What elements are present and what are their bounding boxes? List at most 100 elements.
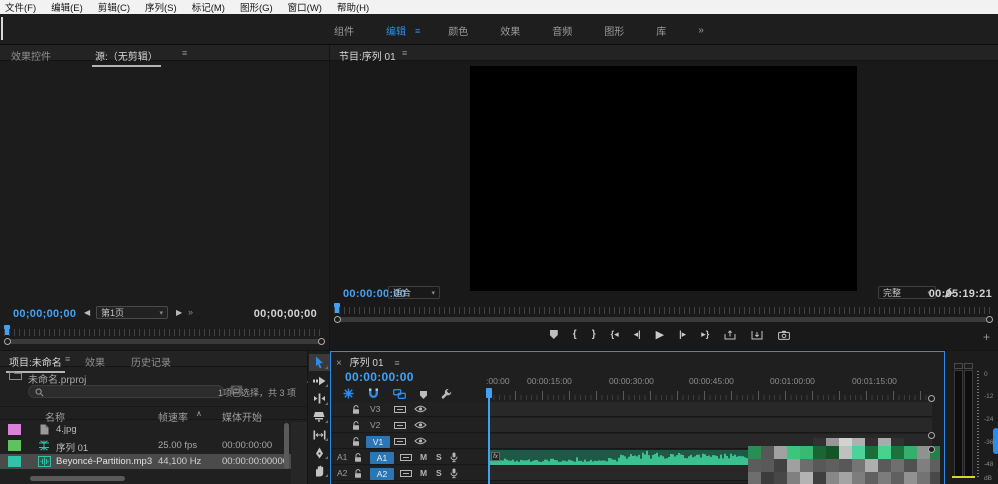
nest-sequence-toggle-icon[interactable] bbox=[343, 388, 354, 402]
page-selector-dropdown[interactable]: 第1页 ▾ bbox=[96, 306, 168, 319]
project-panel-menu-icon[interactable]: ≡ bbox=[65, 354, 70, 364]
timeline-panel-menu-icon[interactable]: ≡ bbox=[394, 358, 399, 368]
sync-lock-icon[interactable] bbox=[394, 405, 406, 417]
sync-lock-icon[interactable] bbox=[394, 421, 406, 433]
mark-out-button[interactable]: } bbox=[592, 329, 596, 340]
project-row-sequence[interactable]: 序列 01 25.00 fps 00:00:00:00 bbox=[0, 438, 291, 453]
project-horizontal-scrollbar[interactable] bbox=[30, 476, 125, 481]
track-lane-v3[interactable] bbox=[488, 402, 932, 417]
workspace-tab-libraries[interactable]: 库 bbox=[652, 21, 670, 40]
add-marker-icon[interactable] bbox=[420, 391, 427, 399]
track-header-a1[interactable]: A1 A1 M S bbox=[332, 450, 488, 465]
bin-name[interactable]: 未命名.prproj bbox=[28, 371, 86, 386]
source-panel-menu-icon[interactable]: ≡ bbox=[182, 48, 187, 58]
tab-project[interactable]: 项目:未命名 bbox=[6, 352, 65, 373]
menu-markers[interactable]: 标记(M) bbox=[192, 0, 225, 14]
workspace-menu-icon[interactable]: ≡ bbox=[415, 26, 420, 36]
ripple-edit-tool[interactable] bbox=[309, 390, 330, 407]
lock-icon[interactable] bbox=[354, 469, 362, 482]
workspace-tab-audio[interactable]: 音频 bbox=[548, 21, 576, 40]
workspace-tab-graphics[interactable]: 图形 bbox=[600, 21, 628, 40]
workspace-overflow-icon[interactable]: » bbox=[694, 23, 708, 38]
export-frame-button[interactable] bbox=[778, 330, 790, 340]
step-back-button[interactable]: ◂| bbox=[634, 329, 641, 340]
track-header-v3[interactable]: V3 bbox=[332, 402, 488, 417]
razor-tool[interactable] bbox=[309, 408, 330, 425]
track-target-a1[interactable]: A1 bbox=[370, 452, 394, 464]
project-row-image[interactable]: 4.jpg bbox=[0, 422, 291, 437]
tab-source-monitor[interactable]: 源:（无剪辑） bbox=[92, 46, 161, 67]
close-icon[interactable]: × bbox=[336, 358, 342, 369]
program-zoom-scrollbar[interactable] bbox=[334, 316, 993, 324]
track-header-v2[interactable]: V2 bbox=[332, 418, 488, 433]
source-ruler[interactable] bbox=[4, 329, 324, 336]
track-select-forward-tool[interactable] bbox=[309, 372, 330, 389]
timeline-timecode[interactable]: 00:00:00:00 bbox=[345, 370, 414, 384]
search-input[interactable] bbox=[28, 385, 224, 398]
track-output-eye-icon[interactable] bbox=[414, 437, 427, 448]
menu-file[interactable]: 文件(F) bbox=[5, 0, 36, 14]
tab-program-monitor[interactable]: 节目:序列 01 bbox=[336, 46, 399, 65]
lock-icon[interactable] bbox=[352, 421, 360, 434]
mark-in-button[interactable]: { bbox=[573, 329, 577, 340]
track-target-v1[interactable]: V1 bbox=[366, 436, 390, 448]
mute-button[interactable]: M bbox=[420, 468, 427, 478]
track-header-v1[interactable]: V1 bbox=[332, 434, 488, 449]
go-to-in-button[interactable]: {◂ bbox=[611, 329, 619, 340]
mute-button[interactable]: M bbox=[420, 452, 427, 462]
voiceover-mic-icon[interactable] bbox=[450, 468, 458, 482]
program-add-button[interactable]: + bbox=[983, 331, 990, 343]
label-chip[interactable] bbox=[8, 456, 21, 467]
menu-graphics[interactable]: 图形(G) bbox=[240, 0, 273, 14]
timeline-vscroll-handle-top[interactable] bbox=[928, 432, 935, 439]
track-header-a2[interactable]: A2 A2 M S bbox=[332, 466, 488, 481]
label-chip[interactable] bbox=[8, 440, 21, 451]
extract-button[interactable] bbox=[751, 330, 763, 340]
timeline-vscroll-handle-bottom[interactable] bbox=[928, 446, 935, 453]
source-zoom-scrollbar[interactable] bbox=[4, 338, 325, 346]
timeline-settings-wrench-icon[interactable] bbox=[441, 388, 452, 402]
menu-edit[interactable]: 编辑(E) bbox=[51, 0, 83, 14]
program-ruler[interactable] bbox=[334, 307, 992, 314]
project-row-audio-selected[interactable]: Beyoncé-Partition.mp3 44,100 Hz 00:00:00… bbox=[0, 454, 291, 469]
solo-button[interactable]: S bbox=[436, 452, 442, 462]
go-to-out-button[interactable]: ▸} bbox=[701, 329, 709, 340]
workspace-tab-color[interactable]: 颜色 bbox=[444, 21, 472, 40]
page-prev-icon[interactable]: ◀ bbox=[84, 309, 90, 317]
track-lane-v2[interactable] bbox=[488, 418, 932, 433]
menu-clip[interactable]: 剪辑(C) bbox=[98, 0, 130, 14]
snap-magnet-icon[interactable] bbox=[368, 388, 379, 402]
project-vertical-scrollbar[interactable] bbox=[284, 423, 289, 469]
track-output-eye-icon[interactable] bbox=[414, 421, 427, 432]
timeline-hscroll-handle[interactable] bbox=[928, 395, 935, 402]
pen-tool[interactable] bbox=[309, 444, 330, 461]
timeline-ruler[interactable]: :00:00 00:00:15:00 00:00:30:00 00:00:45:… bbox=[488, 376, 932, 402]
menu-window[interactable]: 窗口(W) bbox=[288, 0, 322, 14]
solo-button[interactable]: S bbox=[436, 468, 442, 478]
lock-icon[interactable] bbox=[352, 405, 360, 418]
sync-lock-icon[interactable] bbox=[400, 469, 412, 481]
timeline-tab[interactable]: × 序列 01 ≡ bbox=[336, 354, 400, 369]
hand-tool[interactable] bbox=[309, 462, 330, 479]
slip-tool[interactable] bbox=[309, 426, 330, 443]
workspace-tab-editing[interactable]: 编辑 bbox=[382, 21, 410, 40]
step-forward-button[interactable]: |▸ bbox=[679, 329, 686, 340]
tab-effects-panel[interactable]: 效果 bbox=[82, 352, 108, 371]
voiceover-mic-icon[interactable] bbox=[450, 452, 458, 466]
workspace-tab-effects[interactable]: 效果 bbox=[496, 21, 524, 40]
selection-tool[interactable] bbox=[309, 354, 330, 371]
page-next-icon[interactable]: ▶ bbox=[176, 309, 182, 317]
menu-help[interactable]: 帮助(H) bbox=[337, 0, 369, 14]
menu-sequence[interactable]: 序列(S) bbox=[145, 0, 177, 14]
lock-icon[interactable] bbox=[354, 453, 362, 466]
linked-selection-icon[interactable] bbox=[393, 389, 406, 402]
sync-lock-icon[interactable] bbox=[394, 437, 406, 449]
source-timecode-current[interactable]: 00;00;00;00 bbox=[13, 308, 76, 320]
track-target-a2[interactable]: A2 bbox=[370, 468, 394, 480]
workspace-tab-assembly[interactable]: 组件 bbox=[330, 21, 358, 40]
lift-button[interactable] bbox=[724, 330, 736, 340]
lock-icon[interactable] bbox=[352, 437, 360, 450]
add-marker-button[interactable] bbox=[550, 330, 558, 339]
sort-ascending-icon[interactable]: ∧ bbox=[196, 409, 202, 418]
tab-effect-controls[interactable]: 效果控件 bbox=[8, 46, 54, 65]
